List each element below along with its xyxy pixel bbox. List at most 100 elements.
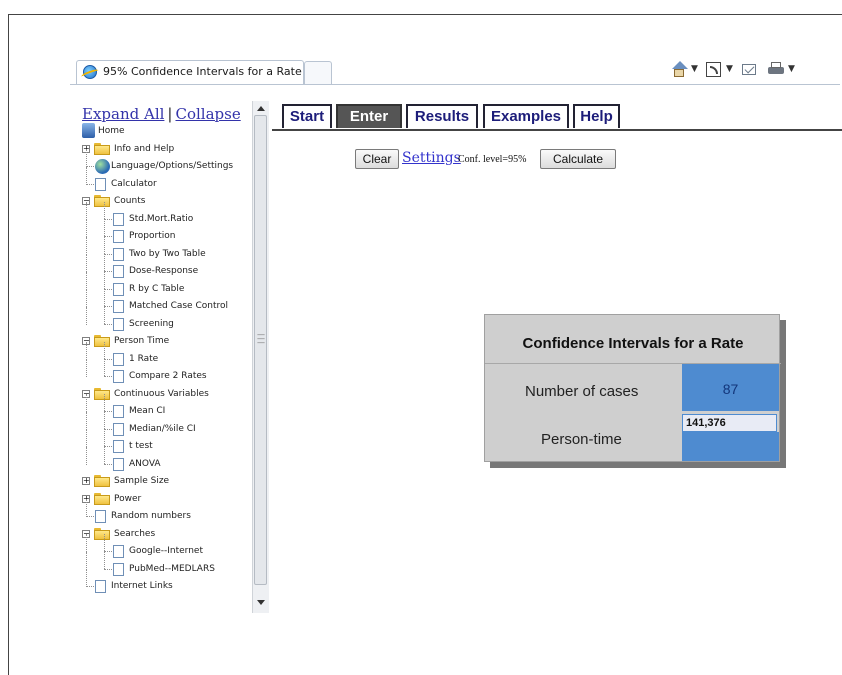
panel-title: Confidence Intervals for a Rate [522,335,744,352]
tree-item[interactable]: − Continuous Variables [78,386,263,403]
page-icon [113,265,124,278]
print-dropdown-icon[interactable]: ▼ [788,64,795,82]
tree-item[interactable]: + Info and Help [78,141,263,158]
tree-item[interactable]: ANOVA [78,446,263,473]
tree-connector [104,236,112,237]
tree-item[interactable]: Internet Links [78,569,263,595]
tree-item-label: PubMed--MEDLARS [129,563,215,574]
person-time-input[interactable]: 141,376 [682,414,777,432]
tab-start[interactable]: Start [282,104,332,128]
folder-open-icon [94,335,110,347]
tree-item[interactable]: Dose-Response [78,254,263,280]
folder-icon [94,475,110,487]
mail-icon[interactable] [742,64,756,75]
tree-item[interactable]: 1 Rate [78,341,263,368]
tree-item-label: Person Time [114,336,170,346]
tree-scrollbar[interactable]: — — — [252,101,269,613]
folder-icon [94,492,110,505]
tab-enter[interactable]: Enter [336,104,402,128]
cases-value[interactable]: 87 [682,381,779,397]
tree-item[interactable]: t test [78,429,263,455]
tree-item[interactable]: Home [78,123,263,140]
feed-dropdown-icon[interactable]: ▼ [726,64,733,82]
app-tab-bar: Start Enter Results Examples Help [272,104,842,131]
tree-item[interactable]: − Searches [78,526,263,543]
scroll-thumb[interactable] [254,115,267,585]
folder-open-icon [94,195,110,207]
page-icon [113,440,124,453]
tree-item-label: Info and Help [114,143,175,154]
collapse-link[interactable]: Collapse [175,105,240,123]
page-icon [113,317,124,331]
tree-connector [86,201,87,220]
tree-connector [104,429,105,446]
home-icon[interactable] [671,61,688,79]
tree-connector [104,306,105,324]
feed-icon[interactable] [706,62,721,77]
tree-item[interactable]: PubMed--MEDLARS [78,551,263,578]
tab-strip-divider [70,84,840,85]
tree-item-label: Compare 2 Rates [129,371,207,381]
browser-tab[interactable]: 95% Confidence Intervals for a Rate [76,60,304,85]
tab-examples[interactable]: Examples [483,104,569,128]
tree-connector [86,183,94,185]
new-tab-button[interactable] [304,61,332,84]
calculate-button[interactable]: Calculate [540,149,616,169]
tree-item-label: ANOVA [129,458,161,469]
tree-connector [104,551,105,569]
tree-item-label: Mean CI [129,406,166,416]
page-icon [113,247,124,261]
scroll-up-icon[interactable] [257,106,265,111]
tree-connector [104,411,112,412]
tree-item[interactable]: Language/Options/Settings [78,149,263,175]
tab-results[interactable]: Results [406,104,478,128]
tree-item[interactable]: R by C Table [78,271,263,298]
browser-tab-title: 95% Confidence Intervals for a Rate [103,65,302,78]
tree-item[interactable]: Random numbers [78,499,263,525]
cases-cell[interactable]: 87 [682,364,779,411]
tree-item[interactable]: Proportion [78,219,263,245]
tree-connector [104,288,112,290]
tree-item-label: Random numbers [111,511,191,521]
page-icon [113,212,124,226]
folder-open-icon [94,387,110,400]
tree-item[interactable]: Screening [78,306,263,333]
tab-help[interactable]: Help [573,104,620,128]
tree-item[interactable]: Calculator [78,166,263,193]
tree-connector [86,166,94,167]
tree-connector [104,446,105,464]
print-icon[interactable] [768,62,784,76]
tree-item[interactable]: Median/%ile CI [78,411,263,438]
tree-connector [86,586,94,587]
tree-connector [86,359,87,377]
tree-connector [86,429,87,447]
page-icon [113,457,124,471]
tree-item[interactable]: Compare 2 Rates [78,359,263,385]
tree-item[interactable]: Matched Case Control [78,289,263,315]
tree-item[interactable]: Two by Two Table [78,236,263,263]
home-dropdown-icon[interactable]: ▼ [691,64,698,82]
tree-item-label: Power [114,493,142,504]
tree-item-label: Screening [129,318,174,329]
tree-item[interactable]: Mean CI [78,394,263,420]
tree-connector [86,236,87,255]
tree-item[interactable]: Google--Internet [78,534,263,560]
tree-connector [104,341,105,359]
tree-item[interactable]: + Sample Size [78,473,263,490]
settings-link[interactable]: Settings [402,150,461,166]
person-time-cell[interactable] [682,432,779,461]
tree-connector [86,306,87,325]
tree-connector [104,236,105,254]
tree-connector [86,166,87,185]
tree-item[interactable]: Std.Mort.Ratio [78,201,263,228]
page-icon [113,562,124,576]
scroll-down-icon[interactable] [257,600,265,605]
clear-button[interactable]: Clear [355,149,399,169]
tree-connector [104,463,112,465]
tree-item-label: Dose-Response [129,266,199,276]
tree-item[interactable]: − Counts [78,193,263,210]
expand-toggle-icon[interactable]: + [82,477,90,485]
tree-item[interactable]: − Person Time [78,333,263,350]
tree-item[interactable]: + Power [78,491,263,508]
expand-all-link[interactable]: Expand All [82,105,164,123]
